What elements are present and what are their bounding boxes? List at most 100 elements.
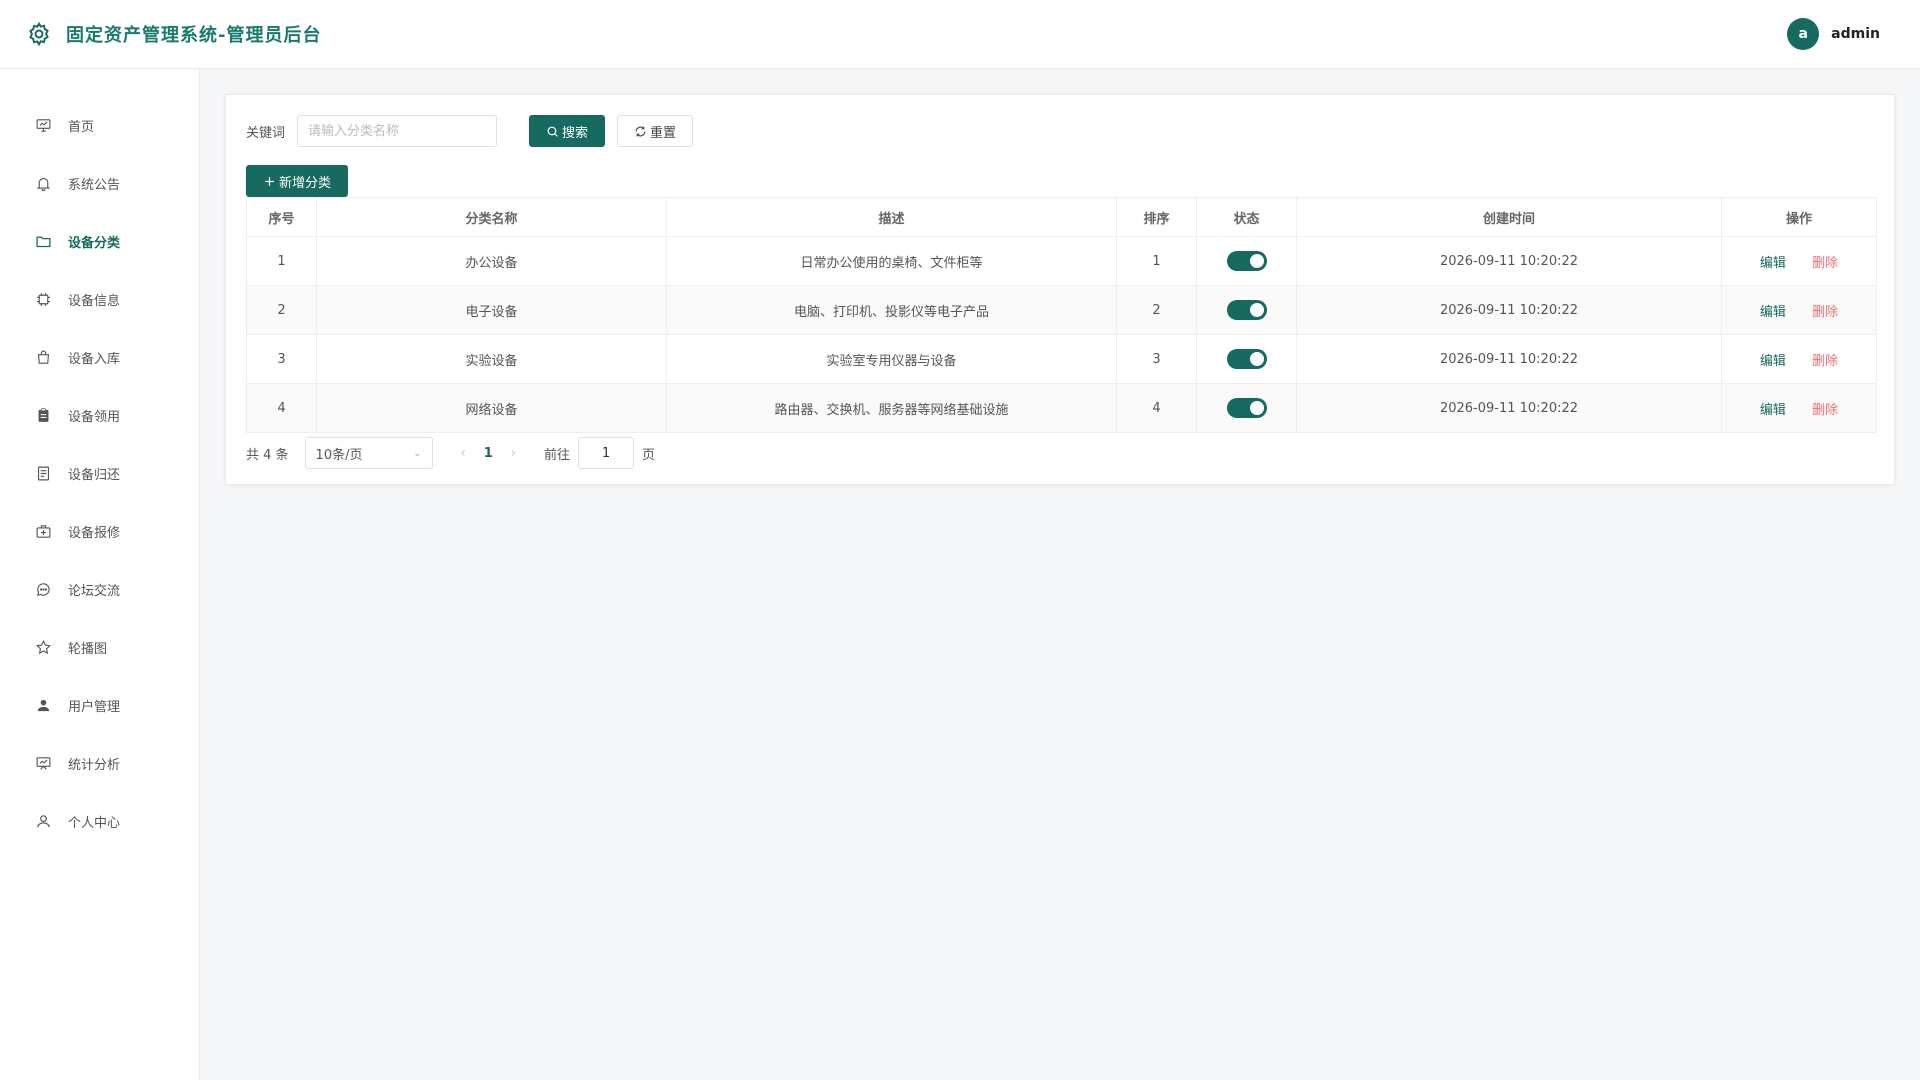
sidebar-item-label: 设备信息	[68, 293, 121, 309]
edit-button[interactable]: 编辑	[1760, 256, 1786, 271]
column-header: 描述	[666, 197, 1117, 237]
delete-button[interactable]: 删除	[1812, 256, 1838, 271]
reset-button-label: 重置	[650, 125, 677, 141]
cell-index: 1	[246, 236, 317, 286]
page-size-select[interactable]: 10条/页 ⌄	[304, 437, 433, 469]
folder-icon	[36, 236, 51, 247]
cell-created: 2026-09-11 10:20:22	[1296, 383, 1722, 433]
shopping-bag-icon	[37, 350, 50, 364]
table-row: 1 办公设备 日常办公使用的桌椅、文件柜等 1 2026-09-11 10:20…	[246, 236, 1877, 286]
cell-status	[1196, 236, 1297, 286]
total-count: 共 4 条	[246, 447, 289, 463]
cell-desc: 实验室专用仪器与设备	[666, 334, 1117, 384]
sidebar-item-label: 个人中心	[68, 815, 121, 831]
table-row: 3 实验设备 实验室专用仪器与设备 3 2026-09-11 10:20:22 …	[246, 334, 1877, 384]
sidebar-item-label: 系统公告	[68, 177, 121, 193]
sidebar-item-equipment-info[interactable]: 设备信息	[0, 270, 199, 328]
cell-actions: 编辑 删除	[1721, 285, 1877, 335]
toolbar: 新增分类	[246, 165, 1874, 197]
app-title: 固定资产管理系统-管理员后台	[66, 25, 322, 46]
user-icon	[37, 814, 50, 827]
column-header: 状态	[1196, 197, 1297, 237]
username[interactable]: admin	[1831, 26, 1880, 42]
cell-sort: 2	[1116, 285, 1197, 335]
delete-button[interactable]: 删除	[1812, 403, 1838, 418]
gear-icon	[26, 21, 52, 47]
clipboard-icon	[38, 407, 49, 422]
sidebar-item-profile[interactable]: 个人中心	[0, 792, 199, 850]
status-toggle[interactable]	[1226, 349, 1267, 369]
cell-desc: 路由器、交换机、服务器等网络基础设施	[666, 383, 1117, 433]
sidebar-item-label: 设备领用	[68, 409, 121, 425]
search-button[interactable]: 搜索	[529, 115, 606, 147]
cell-sort: 1	[1116, 236, 1197, 286]
chat-icon	[37, 582, 50, 596]
prev-page-icon[interactable]: ‹	[461, 446, 466, 461]
search-button-label: 搜索	[562, 125, 589, 141]
sidebar-item-label: 首页	[68, 119, 95, 135]
cell-status	[1196, 383, 1297, 433]
cell-actions: 编辑 删除	[1721, 334, 1877, 384]
delete-button[interactable]: 删除	[1812, 305, 1838, 320]
sidebar-item-categories[interactable]: 设备分类	[0, 212, 199, 270]
edit-button[interactable]: 编辑	[1760, 305, 1786, 320]
search-bar: 关键词 搜索 重置	[246, 115, 1874, 147]
plus-icon	[265, 176, 274, 186]
search-input[interactable]	[297, 115, 498, 147]
sidebar-item-return[interactable]: 设备归还	[0, 444, 199, 502]
reset-button[interactable]: 重置	[617, 115, 694, 147]
cell-name: 实验设备	[316, 334, 667, 384]
user-menu[interactable]: a admin	[1787, 18, 1880, 50]
status-toggle[interactable]	[1226, 251, 1267, 271]
sidebar-item-checkout[interactable]: 设备领用	[0, 386, 199, 444]
column-header: 操作	[1721, 197, 1877, 237]
column-header: 创建时间	[1296, 197, 1722, 237]
cell-index: 3	[246, 334, 317, 384]
status-toggle[interactable]	[1226, 300, 1267, 320]
dashboard-icon	[36, 118, 51, 132]
cell-actions: 编辑 删除	[1721, 236, 1877, 286]
sidebar-item-repair[interactable]: 设备报修	[0, 502, 199, 560]
cell-status	[1196, 285, 1297, 335]
page-size-value: 10条/页	[315, 447, 363, 463]
add-category-button[interactable]: 新增分类	[246, 165, 349, 197]
avatar[interactable]: a	[1787, 18, 1820, 50]
sidebar-item-carousel[interactable]: 轮播图	[0, 618, 199, 676]
delete-button[interactable]: 删除	[1812, 354, 1838, 369]
page-number[interactable]: 1	[480, 446, 497, 461]
cell-name: 网络设备	[316, 383, 667, 433]
pagination: 共 4 条 10条/页 ⌄ ‹ 1 › 前往 页	[246, 437, 1874, 469]
sidebar: 首页 系统公告 设备分类 设备信息 设备入库 设备领用 设备归还 设备报修 论坛…	[0, 69, 200, 1080]
sidebar-item-label: 设备入库	[68, 351, 121, 367]
column-header: 分类名称	[316, 197, 667, 237]
cell-desc: 电脑、打印机、投影仪等电子产品	[666, 285, 1117, 335]
column-header: 序号	[246, 197, 317, 237]
user-filled-icon	[37, 699, 50, 711]
sidebar-item-users[interactable]: 用户管理	[0, 676, 199, 734]
first-aid-kit-icon	[36, 524, 51, 538]
brand: 固定资产管理系统-管理员后台	[26, 21, 321, 47]
cell-sort: 3	[1116, 334, 1197, 384]
search-label: 关键词	[246, 125, 286, 141]
table-row: 4 网络设备 路由器、交换机、服务器等网络基础设施 4 2026-09-11 1…	[246, 383, 1877, 433]
page-unit: 页	[642, 447, 656, 463]
sidebar-item-stock-in[interactable]: 设备入库	[0, 328, 199, 386]
column-header: 排序	[1116, 197, 1197, 237]
cell-name: 办公设备	[316, 236, 667, 286]
goto-label: 前往	[544, 447, 571, 463]
edit-button[interactable]: 编辑	[1760, 403, 1786, 418]
sidebar-item-statistics[interactable]: 统计分析	[0, 734, 199, 792]
status-toggle[interactable]	[1226, 398, 1267, 418]
star-icon	[36, 639, 51, 654]
sidebar-item-label: 论坛交流	[68, 583, 121, 599]
edit-button[interactable]: 编辑	[1760, 354, 1786, 369]
next-page-icon[interactable]: ›	[511, 446, 516, 461]
table-header-row: 序号 分类名称 描述 排序 状态 创建时间 操作	[246, 197, 1877, 237]
sidebar-item-home[interactable]: 首页	[0, 96, 199, 154]
sidebar-item-announcements[interactable]: 系统公告	[0, 154, 199, 212]
search-icon	[547, 126, 558, 137]
chip-icon	[37, 292, 50, 306]
sidebar-item-forum[interactable]: 论坛交流	[0, 560, 199, 618]
goto-page-input[interactable]	[578, 437, 635, 469]
sidebar-item-label: 轮播图	[68, 641, 108, 657]
